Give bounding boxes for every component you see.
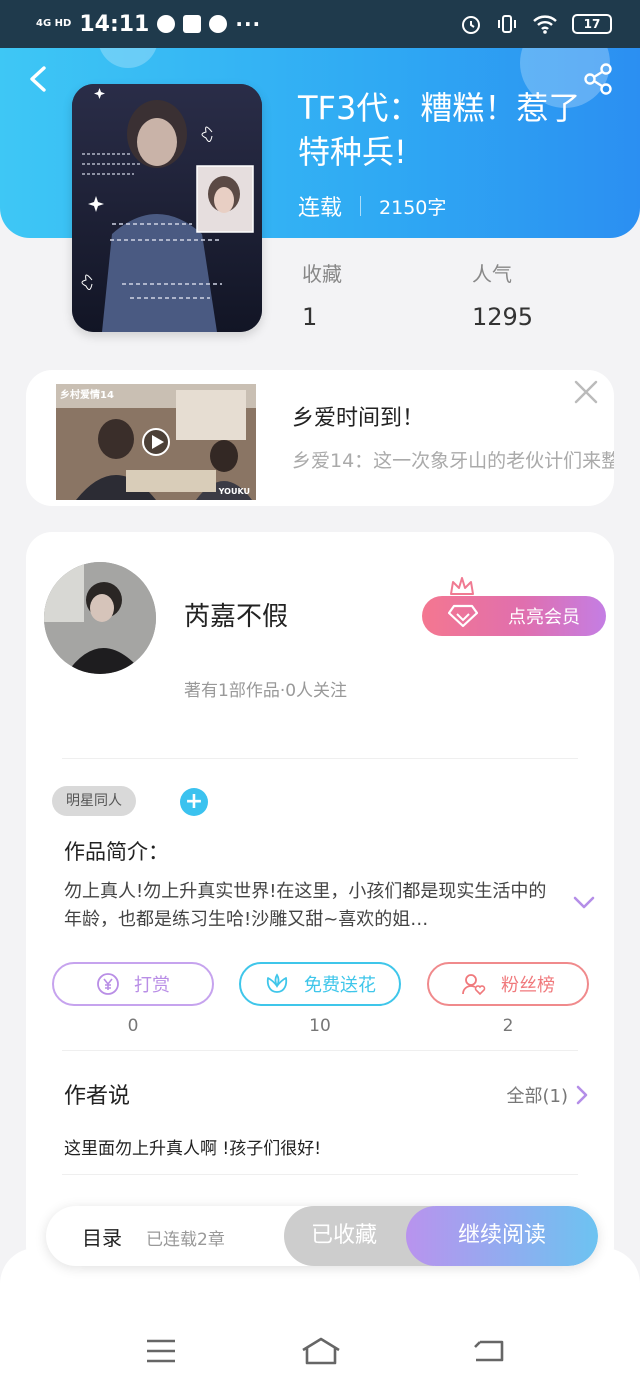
add-tag-button[interactable]: + — [180, 788, 208, 816]
ad-title: 乡爱时间到！ — [292, 406, 425, 431]
author-avatar[interactable] — [44, 562, 156, 674]
continue-reading-label: 继续阅读 — [457, 1223, 546, 1248]
chapter-count: 已连载2章 — [146, 1230, 225, 1250]
table-of-contents-button[interactable]: 目录 — [82, 1222, 122, 1251]
intro-text: 勿上真人!勿上升真实世界!在这里，小孩们都是现实生活中的年龄，也都是练习生哈!沙… — [64, 881, 547, 930]
flower-count: 10 — [309, 1016, 331, 1036]
continue-reading-button[interactable]: 继续阅读 — [406, 1206, 598, 1266]
fan-ranking-button[interactable]: 粉丝榜 — [427, 962, 589, 1006]
author-says-heading: 作者说 — [64, 1084, 131, 1109]
alarm-icon — [462, 16, 480, 34]
serial-status: 连载 — [298, 196, 343, 221]
fan-user-icon — [462, 974, 486, 996]
back-button[interactable] — [22, 62, 56, 96]
book-detail-page: 4G HD 14:11 ··· 17 TF3代：糟糕！惹了特种兵! 连载 215… — [0, 0, 640, 1387]
section-divider — [62, 1174, 578, 1175]
stat-label: 收藏 — [302, 262, 342, 286]
author-stats: 著有1部作品·0人关注 — [184, 681, 348, 701]
stat-popularity: 人气 1295 — [472, 258, 533, 331]
vibrate-icon — [498, 15, 516, 33]
author-says-text: 这里面勿上升真人啊 !孩子们很好! — [64, 1139, 322, 1159]
speed-notification-icon — [209, 15, 228, 33]
cover-artwork — [72, 84, 262, 332]
status-bar: 4G HD 14:11 ··· 17 — [0, 0, 640, 48]
section-divider — [62, 758, 578, 759]
vip-button-label: 点亮会员 — [508, 607, 580, 628]
section-divider — [62, 1050, 578, 1051]
more-notifications: ··· — [235, 12, 262, 36]
ad-banner[interactable]: 乡村爱情14 YOUKU 乡爱时间到！ 乡爱14：这一次象牙山的老伙计们来整活儿… — [26, 370, 614, 506]
stat-favorites: 收藏 1 — [302, 258, 342, 331]
back-nav-icon[interactable] — [470, 1336, 506, 1366]
send-flower-label: 免费送花 — [304, 975, 376, 996]
clock: 14:11 — [79, 11, 150, 37]
home-nav-icon[interactable] — [300, 1336, 342, 1366]
book-info-card: 芮嘉不假 著有1部作品·0人关注 点亮会员 明星同人 + 作品简介： 勿上真人!… — [26, 532, 614, 1272]
system-navigation-bar — [0, 1248, 640, 1387]
video-platform-logo: YOUKU — [218, 487, 250, 496]
reading-action-bar: 目录 已连载2章 已收藏 继续阅读 — [46, 1206, 598, 1266]
meta-divider — [360, 196, 362, 216]
book-title: TF3代：糟糕！惹了特种兵! — [298, 89, 581, 171]
avatar-photo — [44, 562, 156, 674]
tip-count: 0 — [127, 1016, 139, 1036]
book-cover-image[interactable] — [72, 84, 262, 332]
ad-thumbnail-scene — [56, 384, 256, 500]
yen-coin-icon — [97, 973, 119, 995]
network-indicator: 4G HD — [36, 18, 72, 29]
author-says-all-link[interactable]: 全部(1) — [507, 1082, 589, 1108]
intro-heading: 作品简介： — [64, 840, 169, 864]
expand-intro-chevron-icon[interactable] — [572, 894, 596, 910]
ad-thumbnail-caption: 乡村爱情14 — [60, 390, 114, 401]
status-right: 17 — [460, 13, 612, 35]
stat-value: 1295 — [472, 303, 534, 331]
diamond-icon — [448, 604, 478, 628]
header-bubble — [98, 48, 158, 68]
menu-nav-icon[interactable] — [143, 1336, 179, 1366]
battery-indicator: 17 — [572, 14, 612, 34]
word-count: 2150字 — [379, 196, 447, 219]
author-says-all-label: 全部(1) — [506, 1086, 569, 1107]
status-left: 4G HD 14:11 ··· — [36, 12, 261, 37]
flower-icon — [266, 973, 288, 993]
ad-video-thumbnail[interactable]: 乡村爱情14 YOUKU — [56, 384, 256, 500]
author-name[interactable]: 芮嘉不假 — [184, 596, 288, 633]
tip-button[interactable]: 打赏 — [52, 962, 214, 1006]
wifi-icon — [533, 15, 557, 34]
send-flower-button[interactable]: 免费送花 — [239, 962, 401, 1006]
music-notification-icon — [157, 15, 176, 33]
mail-notification-icon — [183, 15, 202, 33]
crown-icon — [450, 577, 474, 595]
genre-tag[interactable]: 明星同人 — [52, 786, 136, 816]
book-meta: 连载 2150字 — [298, 190, 446, 222]
stat-label: 人气 — [472, 262, 512, 286]
fan-count: 2 — [502, 1016, 514, 1036]
ad-close-button[interactable] — [572, 378, 600, 406]
chevron-right-icon — [576, 1085, 588, 1105]
activate-vip-button[interactable]: 点亮会员 — [422, 596, 606, 636]
collected-label: 已收藏 — [310, 1223, 377, 1248]
fan-ranking-label: 粉丝榜 — [501, 975, 555, 996]
ad-description: 乡爱14：这一次象牙山的老伙计们来整活儿了! — [292, 450, 614, 472]
tip-label: 打赏 — [134, 975, 170, 996]
stat-value: 1 — [302, 303, 318, 331]
